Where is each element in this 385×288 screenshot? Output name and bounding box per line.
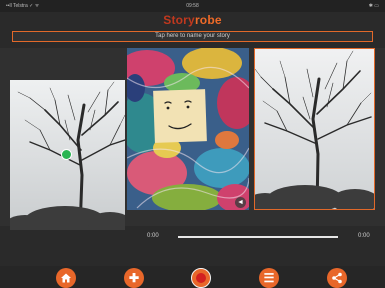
slide-current[interactable] xyxy=(127,48,249,210)
fabric-photo xyxy=(127,48,249,210)
record-marker[interactable] xyxy=(61,149,72,160)
home-icon xyxy=(61,273,71,283)
plus-icon: ✚ xyxy=(128,271,140,285)
progress-bar[interactable] xyxy=(178,236,338,238)
add-slide-button[interactable]: ✚ xyxy=(124,268,144,288)
progress-fill xyxy=(178,236,338,238)
share-icon xyxy=(332,272,342,284)
menu-button[interactable]: ☰ xyxy=(259,268,279,288)
story-name-field[interactable]: Tap here to name your story xyxy=(12,31,373,42)
record-button[interactable] xyxy=(191,268,211,288)
record-icon xyxy=(196,273,206,283)
app-title: Storyrobe xyxy=(0,13,385,29)
app-title-part1: Story xyxy=(163,13,195,27)
mute-sound-icon[interactable]: ◄ xyxy=(235,197,246,208)
total-time: 0:00 xyxy=(358,233,370,239)
tree-photo-2 xyxy=(255,49,374,209)
current-time: 0:00 xyxy=(147,233,159,239)
battery-indicator: ✱ ▭ xyxy=(368,3,379,9)
share-button[interactable] xyxy=(327,268,347,288)
list-icon: ☰ xyxy=(263,271,275,285)
status-bar: ••ll Telstra ✓ ᯤ 09:58 ✱ ▭ xyxy=(0,0,385,12)
home-button[interactable] xyxy=(56,268,76,288)
slide-next[interactable] xyxy=(254,48,375,210)
app-title-part2: robe xyxy=(194,13,222,27)
clock-label: 09:58 xyxy=(186,3,199,9)
